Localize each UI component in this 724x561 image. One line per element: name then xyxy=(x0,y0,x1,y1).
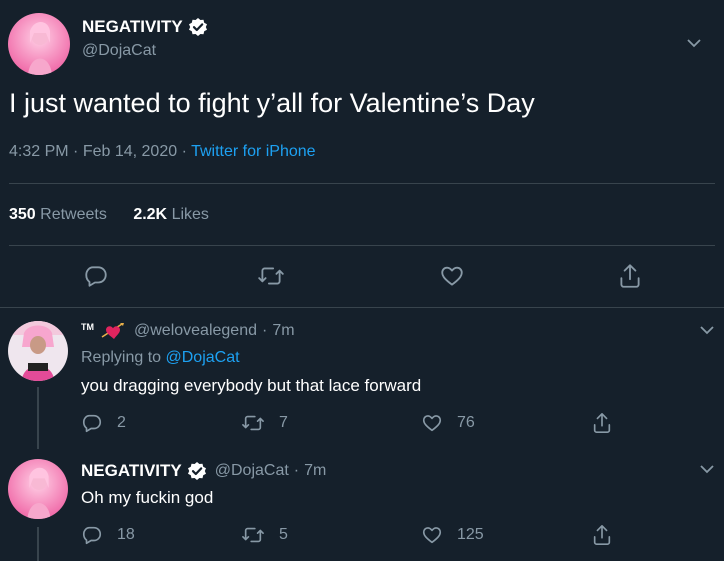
reply-text: Oh my fuckin god xyxy=(81,488,214,507)
reply-count: 18 xyxy=(117,526,135,543)
chevron-down-icon[interactable] xyxy=(697,459,717,479)
separator-dot: · xyxy=(293,462,300,479)
thread-line xyxy=(37,387,39,449)
retweet-icon xyxy=(241,412,265,434)
reply-icon[interactable] xyxy=(83,263,109,289)
verified-badge-icon xyxy=(188,17,208,37)
tweet-age[interactable]: 7m xyxy=(272,322,294,340)
retweet-action[interactable]: 7 xyxy=(241,412,288,434)
share-icon xyxy=(591,411,613,435)
reply-icon xyxy=(81,412,103,434)
retweet-icon xyxy=(241,524,265,546)
replying-to: Replying to @DojaCat xyxy=(81,349,240,367)
likes-label: Likes xyxy=(171,206,209,223)
retweets-label: Retweets xyxy=(40,206,107,223)
avatar[interactable] xyxy=(8,459,68,519)
separator-dot: · xyxy=(73,143,79,160)
reply-icon xyxy=(81,524,103,546)
handle[interactable]: @DojaCat xyxy=(215,462,289,480)
tweet-time[interactable]: 4:32 PM xyxy=(9,143,69,160)
retweets-count: 350 xyxy=(9,206,36,223)
likes-count: 2.2K xyxy=(133,206,168,223)
trademark-badge: TM xyxy=(81,322,94,332)
like-heart-icon xyxy=(421,524,443,546)
like-heart-icon[interactable] xyxy=(439,263,465,289)
divider xyxy=(9,245,715,246)
divider xyxy=(0,307,724,308)
tweet-text: I just wanted to fight y’all for Valenti… xyxy=(9,88,535,118)
tweet-meta: 4:32 PM · Feb 14, 2020 · Twitter for iPh… xyxy=(9,143,316,161)
retweets-stat[interactable]: 350 Retweets xyxy=(9,206,111,223)
display-name[interactable]: NEGATIVITY xyxy=(81,461,182,481)
like-action[interactable]: 76 xyxy=(421,412,475,434)
chevron-down-icon[interactable] xyxy=(684,33,704,53)
tweet-stats: 350 Retweets 2.2K Likes xyxy=(9,206,209,224)
reply-count: 2 xyxy=(117,414,126,431)
retweet-icon[interactable] xyxy=(257,263,285,289)
avatar[interactable] xyxy=(8,321,68,381)
chevron-down-icon[interactable] xyxy=(697,320,717,340)
separator-dot: · xyxy=(181,143,187,160)
handle[interactable]: @DojaCat xyxy=(82,42,156,60)
likes-stat[interactable]: 2.2K Likes xyxy=(133,206,209,223)
replying-to-handle[interactable]: @DojaCat xyxy=(166,349,240,366)
like-heart-icon xyxy=(421,412,443,434)
tweet-date[interactable]: Feb 14, 2020 xyxy=(83,143,177,160)
share-action[interactable] xyxy=(591,523,627,547)
reply-text: you dragging everybody but that lace for… xyxy=(81,376,422,395)
divider xyxy=(9,183,715,184)
heart-arrow-emoji-icon xyxy=(100,321,126,341)
like-count: 76 xyxy=(457,414,475,431)
reply-action[interactable]: 18 xyxy=(81,524,135,546)
thread-line xyxy=(37,527,39,561)
share-action[interactable] xyxy=(591,411,627,435)
replying-to-label: Replying to xyxy=(81,349,162,366)
like-count: 125 xyxy=(457,526,484,543)
tweet-source[interactable]: Twitter for iPhone xyxy=(191,143,316,160)
verified-badge-icon xyxy=(187,461,207,481)
handle[interactable]: @welovealegend xyxy=(134,322,257,340)
avatar[interactable] xyxy=(8,13,70,75)
tweet-age[interactable]: 7m xyxy=(304,462,326,480)
retweet-count: 5 xyxy=(279,526,288,543)
retweet-count: 7 xyxy=(279,414,288,431)
display-name[interactable]: NEGATIVITY xyxy=(82,17,183,37)
share-icon[interactable] xyxy=(617,262,643,290)
reply-action[interactable]: 2 xyxy=(81,412,126,434)
separator-dot: · xyxy=(262,322,268,339)
like-action[interactable]: 125 xyxy=(421,524,484,546)
share-icon xyxy=(591,523,613,547)
retweet-action[interactable]: 5 xyxy=(241,524,288,546)
